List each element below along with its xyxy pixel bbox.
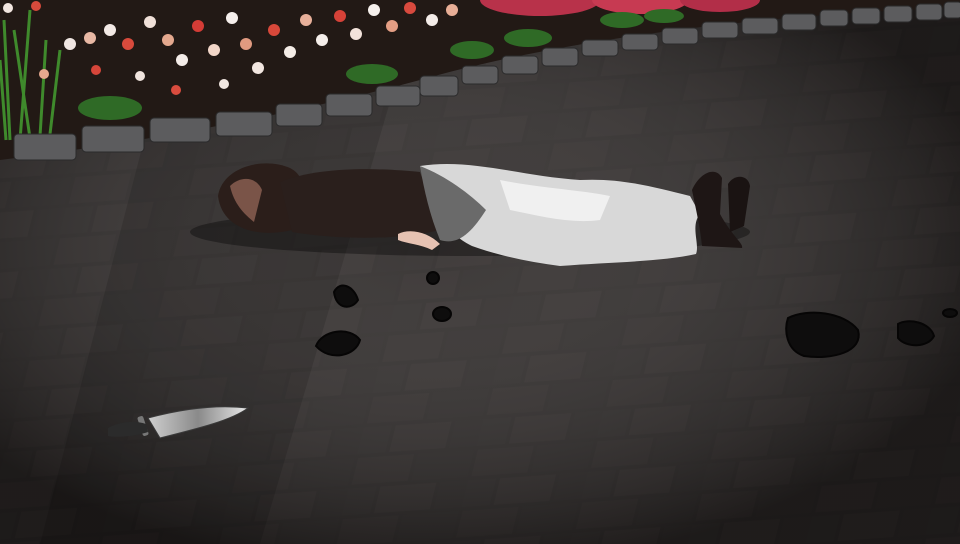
game-scene [0,0,960,544]
